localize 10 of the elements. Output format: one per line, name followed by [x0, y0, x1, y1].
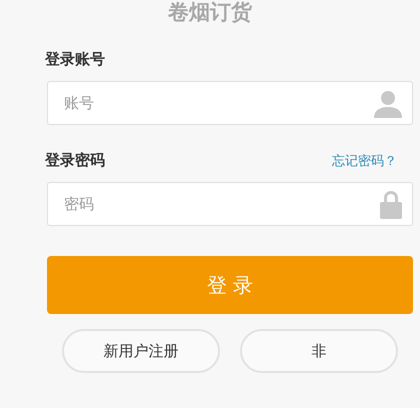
lock-icon [379, 189, 403, 219]
account-label: 登录账号 [45, 50, 106, 69]
password-label: 登录密码 [45, 151, 105, 170]
account-field[interactable]: 账号 [47, 81, 413, 125]
forgot-password-link[interactable]: 忘记密码？ [332, 152, 397, 170]
app-title: 卷烟订货 [167, 0, 253, 24]
user-icon [373, 88, 403, 118]
pill-button[interactable]: 非 [240, 329, 398, 373]
pill-button[interactable]: 新用户注册 [62, 329, 220, 373]
password-field[interactable]: 密码 [47, 182, 413, 226]
